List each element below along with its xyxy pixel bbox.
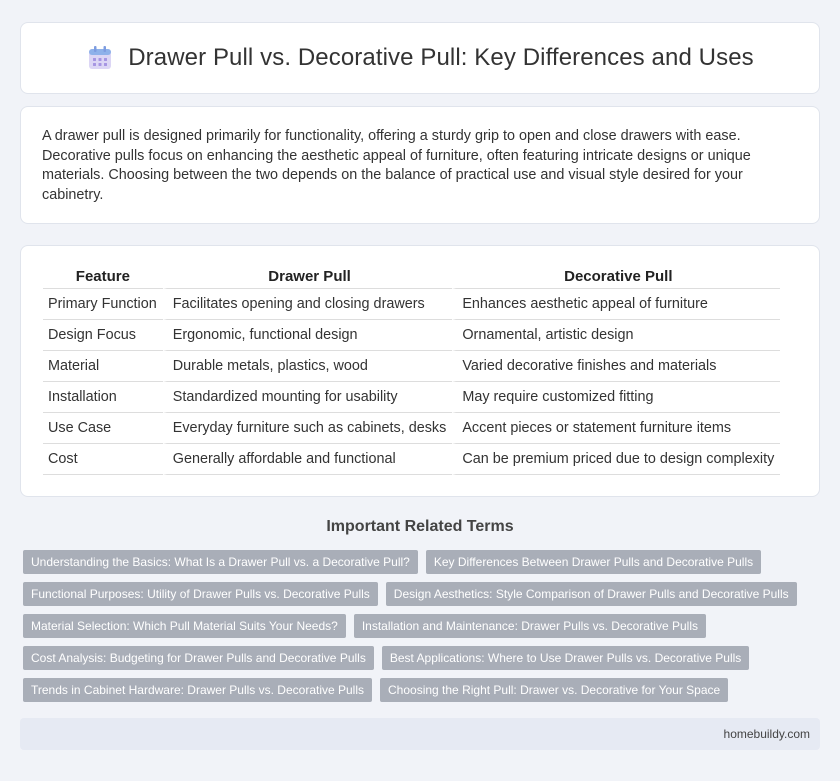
- header-card: Drawer Pull vs. Decorative Pull: Key Dif…: [20, 22, 820, 94]
- related-term-link[interactable]: Trends in Cabinet Hardware: Drawer Pulls…: [23, 678, 373, 702]
- table-row: Installation Standardized mounting for u…: [43, 382, 781, 413]
- decorative-pull-cell: Accent pieces or statement furniture ite…: [452, 413, 781, 444]
- page-title: Drawer Pull vs. Decorative Pull: Key Dif…: [128, 44, 754, 71]
- table-row: Primary Function Facilitates opening and…: [43, 289, 781, 320]
- decorative-pull-cell: Varied decorative finishes and materials: [452, 351, 781, 382]
- related-term-link[interactable]: Design Aesthetics: Style Comparison of D…: [385, 582, 797, 606]
- related-term-link[interactable]: Functional Purposes: Utility of Drawer P…: [23, 582, 378, 606]
- drawer-pull-cell: Durable metals, plastics, wood: [162, 351, 453, 382]
- feature-cell: Installation: [43, 382, 163, 413]
- header-feature: Feature: [43, 266, 163, 289]
- calendar-icon: [89, 46, 112, 69]
- feature-cell: Material: [43, 351, 163, 382]
- tag-row: Trends in Cabinet Hardware: Drawer Pulls…: [23, 678, 823, 702]
- tag-row: Understanding the Basics: What Is a Draw…: [23, 550, 823, 574]
- header-decorative-pull: Decorative Pull: [452, 266, 781, 289]
- title-wrap: Drawer Pull vs. Decorative Pull: Key Dif…: [86, 44, 754, 72]
- tag-row: Material Selection: Which Pull Material …: [23, 614, 823, 638]
- intro-card: A drawer pull is designed primarily for …: [20, 106, 820, 224]
- drawer-pull-cell: Generally affordable and functional: [162, 444, 453, 475]
- feature-cell: Primary Function: [43, 289, 163, 320]
- related-term-link[interactable]: Best Applications: Where to Use Drawer P…: [381, 646, 750, 670]
- comparison-table: Feature Drawer Pull Decorative Pull Prim…: [43, 266, 781, 475]
- table-row: Cost Generally affordable and functional…: [43, 444, 781, 475]
- related-term-link[interactable]: Installation and Maintenance: Drawer Pul…: [353, 614, 706, 638]
- related-term-link[interactable]: Cost Analysis: Budgeting for Drawer Pull…: [23, 646, 374, 670]
- related-term-link[interactable]: Understanding the Basics: What Is a Draw…: [23, 550, 418, 574]
- related-term-link[interactable]: Key Differences Between Drawer Pulls and…: [425, 550, 762, 574]
- feature-cell: Cost: [43, 444, 163, 475]
- drawer-pull-cell: Standardized mounting for usability: [162, 382, 453, 413]
- header-drawer-pull: Drawer Pull: [162, 266, 453, 289]
- feature-cell: Use Case: [43, 413, 163, 444]
- related-term-link[interactable]: Choosing the Right Pull: Drawer vs. Deco…: [380, 678, 729, 702]
- related-terms-tags: Understanding the Basics: What Is a Draw…: [23, 550, 823, 710]
- table-header-row: Feature Drawer Pull Decorative Pull: [43, 266, 781, 289]
- drawer-pull-cell: Everyday furniture such as cabinets, des…: [162, 413, 453, 444]
- comparison-table-card: Feature Drawer Pull Decorative Pull Prim…: [20, 245, 820, 497]
- tag-row: Functional Purposes: Utility of Drawer P…: [23, 582, 823, 606]
- drawer-pull-cell: Facilitates opening and closing drawers: [162, 289, 453, 320]
- decorative-pull-cell: Can be premium priced due to design comp…: [452, 444, 781, 475]
- decorative-pull-cell: Enhances aesthetic appeal of furniture: [452, 289, 781, 320]
- table-row: Material Durable metals, plastics, wood …: [43, 351, 781, 382]
- footer-bar: homebuildy.com: [20, 718, 820, 750]
- feature-cell: Design Focus: [43, 320, 163, 351]
- decorative-pull-cell: Ornamental, artistic design: [452, 320, 781, 351]
- table-row: Design Focus Ergonomic, functional desig…: [43, 320, 781, 351]
- footer-site-link[interactable]: homebuildy.com: [724, 727, 810, 741]
- related-term-link[interactable]: Material Selection: Which Pull Material …: [23, 614, 346, 638]
- drawer-pull-cell: Ergonomic, functional design: [162, 320, 453, 351]
- tag-row: Cost Analysis: Budgeting for Drawer Pull…: [23, 646, 823, 670]
- related-terms-heading: Important Related Terms: [326, 518, 514, 535]
- decorative-pull-cell: May require customized fitting: [452, 382, 781, 413]
- table-row: Use Case Everyday furniture such as cabi…: [43, 413, 781, 444]
- intro-paragraph: A drawer pull is designed primarily for …: [42, 128, 751, 203]
